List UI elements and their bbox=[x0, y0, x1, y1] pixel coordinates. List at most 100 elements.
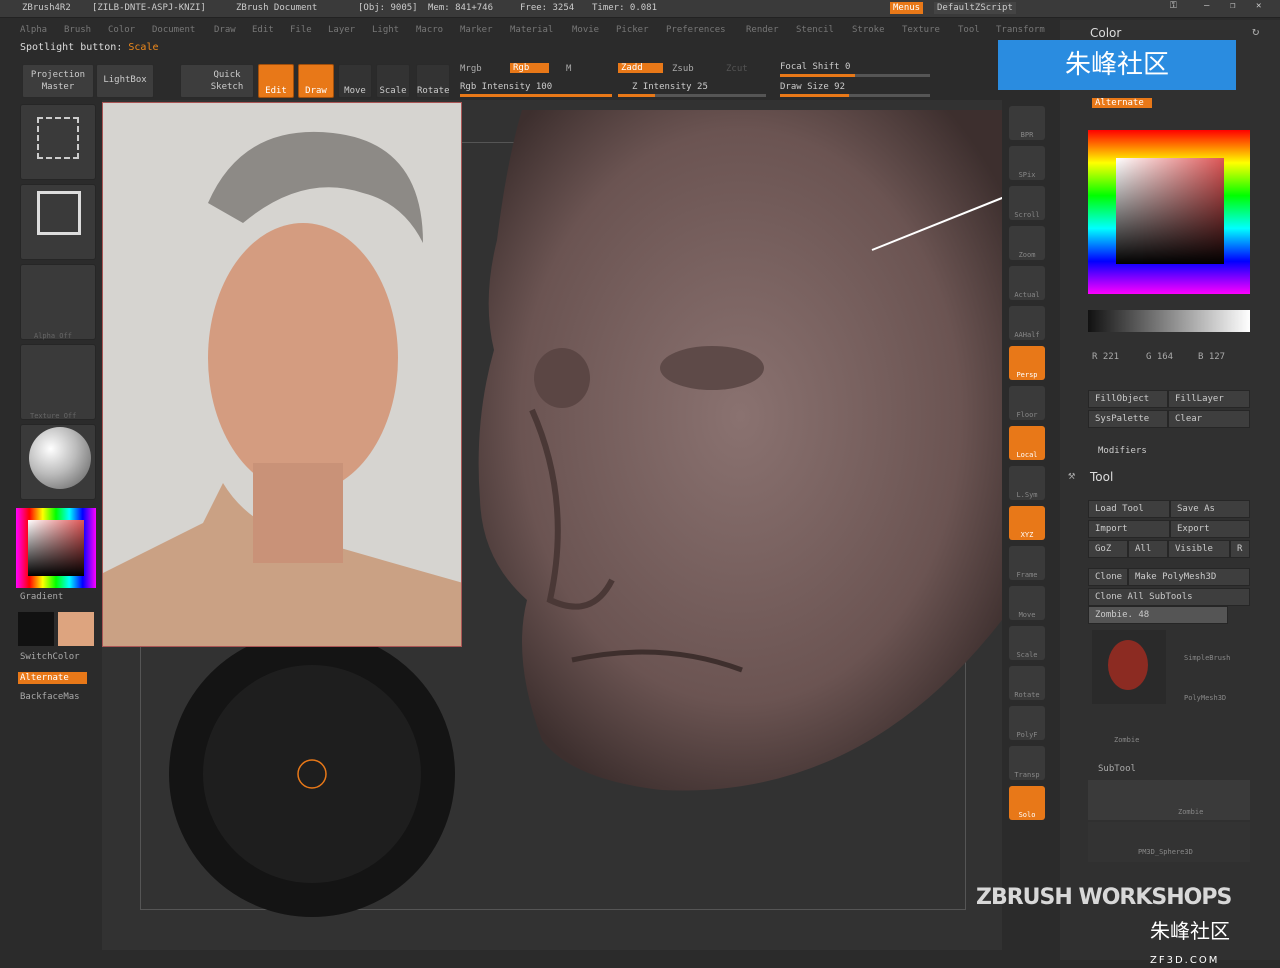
lightbox-button[interactable]: LightBox bbox=[96, 64, 154, 98]
move-button[interactable]: Move bbox=[338, 64, 372, 98]
color-alternate-button[interactable]: Alternate bbox=[1092, 98, 1152, 108]
rgb-toggle[interactable]: Rgb bbox=[510, 63, 550, 73]
current-tool-slider[interactable]: Zombie. 48 bbox=[1088, 606, 1228, 624]
texture-button[interactable] bbox=[20, 344, 96, 420]
menu-stencil[interactable]: Stencil bbox=[796, 25, 834, 35]
z-intensity-slider[interactable] bbox=[618, 94, 766, 97]
zsub-toggle[interactable]: Zsub bbox=[672, 64, 694, 74]
clear-button[interactable]: Clear bbox=[1168, 410, 1250, 428]
goz-r-button[interactable]: R bbox=[1230, 540, 1250, 558]
menu-macro[interactable]: Macro bbox=[416, 25, 443, 35]
shelf-scroll-button[interactable]: Scroll bbox=[1009, 186, 1045, 220]
subtool-zombie-row[interactable]: Zombie bbox=[1088, 780, 1250, 820]
zcut-toggle[interactable]: Zcut bbox=[726, 64, 748, 74]
shelf-frame-button[interactable]: Frame bbox=[1009, 546, 1045, 580]
edit-button[interactable]: Edit bbox=[258, 64, 294, 98]
shelf-transp-button[interactable]: Transp bbox=[1009, 746, 1045, 780]
mrgb-toggle[interactable]: Mrgb bbox=[460, 64, 482, 74]
menu-preferences[interactable]: Preferences bbox=[666, 25, 726, 35]
load-tool-button[interactable]: Load Tool bbox=[1088, 500, 1170, 518]
clone-button[interactable]: Clone bbox=[1088, 568, 1128, 586]
switchcolor-button[interactable]: SwitchColor bbox=[20, 652, 80, 662]
shelf-lsym-button[interactable]: L.Sym bbox=[1009, 466, 1045, 500]
simplebrush-tool[interactable]: SimpleBrush bbox=[1184, 654, 1230, 662]
shelf-scale-button[interactable]: Scale bbox=[1009, 626, 1045, 660]
menu-alpha[interactable]: Alpha bbox=[20, 25, 47, 35]
syspalette-button[interactable]: SysPalette bbox=[1088, 410, 1168, 428]
rotate-button[interactable]: Rotate bbox=[416, 64, 450, 98]
clone-all-subtools-button[interactable]: Clone All SubTools bbox=[1088, 588, 1250, 606]
shelf-move-button[interactable]: Move bbox=[1009, 586, 1045, 620]
secondary-color-swatch[interactable] bbox=[18, 612, 54, 646]
menu-transform[interactable]: Transform bbox=[996, 25, 1045, 35]
menu-document[interactable]: Document bbox=[152, 25, 195, 35]
draw-button[interactable]: Draw bbox=[298, 64, 334, 98]
reset-icon[interactable]: ↻ bbox=[1252, 24, 1259, 38]
lock-icon[interactable]: ⚿ bbox=[1170, 1, 1177, 11]
menu-light[interactable]: Light bbox=[372, 25, 399, 35]
menu-picker[interactable]: Picker bbox=[616, 25, 649, 35]
goz-visible-button[interactable]: Visible bbox=[1168, 540, 1230, 558]
zadd-toggle[interactable]: Zadd bbox=[618, 63, 663, 73]
menu-color[interactable]: Color bbox=[108, 25, 135, 35]
color-hue-picker[interactable] bbox=[1088, 130, 1250, 294]
menu-edit[interactable]: Edit bbox=[252, 25, 274, 35]
menu-material[interactable]: Material bbox=[510, 25, 553, 35]
filllayer-button[interactable]: FillLayer bbox=[1168, 390, 1250, 408]
export-button[interactable]: Export bbox=[1170, 520, 1250, 538]
restore-icon[interactable]: ❐ bbox=[1230, 1, 1235, 11]
shelf-persp-button[interactable]: Persp bbox=[1009, 346, 1045, 380]
menu-draw[interactable]: Draw bbox=[214, 25, 236, 35]
shelf-floor-button[interactable]: Floor bbox=[1009, 386, 1045, 420]
backfacemask-button[interactable]: BackfaceMas bbox=[20, 692, 80, 702]
green-value[interactable]: G 164 bbox=[1146, 352, 1173, 362]
shelf-local-button[interactable]: Local bbox=[1009, 426, 1045, 460]
main-color-swatch[interactable] bbox=[58, 612, 94, 646]
shelf-aahalf-button[interactable]: AAHalf bbox=[1009, 306, 1045, 340]
menu-stroke[interactable]: Stroke bbox=[852, 25, 885, 35]
quick-sketch-button[interactable]: Quick Sketch bbox=[180, 64, 254, 98]
material-button[interactable] bbox=[20, 424, 96, 500]
menu-marker[interactable]: Marker bbox=[460, 25, 493, 35]
texture-off-button[interactable] bbox=[20, 264, 96, 340]
import-button[interactable]: Import bbox=[1088, 520, 1170, 538]
menus-button[interactable]: Menus bbox=[890, 2, 924, 14]
shelf-rotate-button[interactable]: Rotate bbox=[1009, 666, 1045, 700]
color-picker[interactable] bbox=[16, 508, 96, 588]
red-value[interactable]: R 221 bbox=[1092, 352, 1119, 362]
alternate-button[interactable]: Alternate bbox=[18, 672, 87, 684]
alpha-button[interactable] bbox=[20, 184, 96, 260]
draw-size-slider[interactable] bbox=[780, 94, 930, 97]
menu-brush[interactable]: Brush bbox=[64, 25, 91, 35]
goz-button[interactable]: GoZ bbox=[1088, 540, 1128, 558]
minimize-icon[interactable]: – bbox=[1204, 1, 1209, 11]
goz-all-button[interactable]: All bbox=[1128, 540, 1168, 558]
polymesh3d-tool[interactable]: PolyMesh3D bbox=[1184, 694, 1226, 702]
rgb-intensity-slider[interactable] bbox=[460, 94, 612, 97]
blue-value[interactable]: B 127 bbox=[1198, 352, 1225, 362]
brush-stroke-button[interactable] bbox=[20, 104, 96, 180]
make-polymesh-button[interactable]: Make PolyMesh3D bbox=[1128, 568, 1250, 586]
grayscale-slider[interactable] bbox=[1088, 310, 1250, 332]
modifiers-toggle[interactable]: Modifiers bbox=[1098, 446, 1147, 456]
shelf-solo-button[interactable]: Solo bbox=[1009, 786, 1045, 820]
shelf-bpr-button[interactable]: BPR bbox=[1009, 106, 1045, 140]
menu-file[interactable]: File bbox=[290, 25, 312, 35]
m-toggle[interactable]: M bbox=[566, 64, 571, 74]
focal-shift-slider[interactable] bbox=[780, 74, 930, 77]
fillobject-button[interactable]: FillObject bbox=[1088, 390, 1168, 408]
scale-button[interactable]: Scale bbox=[376, 64, 410, 98]
color-sv-picker[interactable] bbox=[1116, 158, 1224, 264]
menu-tool[interactable]: Tool bbox=[958, 25, 980, 35]
shelf-polyf-button[interactable]: PolyF bbox=[1009, 706, 1045, 740]
menu-render[interactable]: Render bbox=[746, 25, 779, 35]
shelf-spix-button[interactable]: SPix bbox=[1009, 146, 1045, 180]
lightbox-ring[interactable] bbox=[169, 631, 455, 917]
projection-master-button[interactable]: Projection Master bbox=[22, 64, 94, 98]
menu-texture[interactable]: Texture bbox=[902, 25, 940, 35]
menu-layer[interactable]: Layer bbox=[328, 25, 355, 35]
shelf-zoom-button[interactable]: Zoom bbox=[1009, 226, 1045, 260]
menu-movie[interactable]: Movie bbox=[572, 25, 599, 35]
subtool-sphere-row[interactable]: PM3D_Sphere3D bbox=[1088, 822, 1250, 862]
script-button[interactable]: DefaultZScript bbox=[934, 2, 1016, 14]
